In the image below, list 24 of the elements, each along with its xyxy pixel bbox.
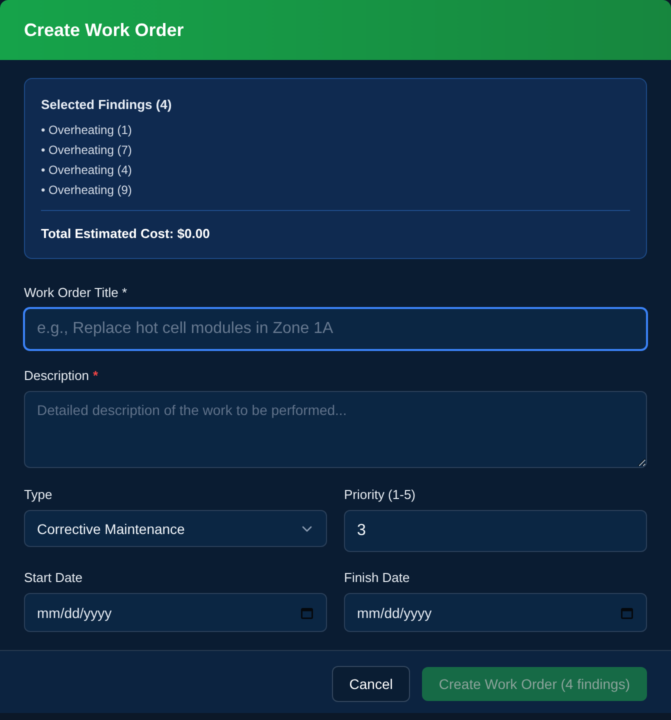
description-textarea[interactable]: Detailed description of the work to be performed... [24, 391, 647, 468]
field-label: Type [24, 486, 52, 504]
required-mark: * [93, 367, 98, 385]
chevron-down-icon [302, 526, 312, 532]
field-label: Finish Date [344, 569, 410, 587]
finding-item: • Overheating (7) [41, 142, 133, 159]
calendar-icon[interactable] [301, 606, 313, 618]
dialog-title: Create Work Order [24, 19, 184, 41]
finding-item: • Overheating (4) [41, 162, 133, 179]
finding-item: • Overheating (1) [41, 122, 133, 139]
field-label: Start Date [24, 569, 83, 587]
calendar-icon[interactable] [621, 606, 633, 618]
type-select[interactable]: Corrective Maintenance [24, 510, 327, 547]
findings-heading: Selected Findings (4) [41, 96, 173, 114]
cancel-button[interactable]: Cancel [332, 666, 410, 702]
field-label: Description [24, 367, 90, 385]
finish-date-input[interactable]: mm/dd/yyyy [344, 593, 647, 632]
total-cost: Total Estimated Cost: $0.00 [41, 225, 211, 243]
priority-input[interactable]: 3 [344, 510, 647, 552]
field-label: Priority (1-5) [344, 486, 416, 504]
finding-item: • Overheating (9) [41, 182, 133, 199]
field-label: Work Order Title * [24, 284, 128, 302]
title-input[interactable]: e.g., Replace hot cell modules in Zone 1A [24, 308, 647, 350]
start-date-input[interactable]: mm/dd/yyyy [24, 593, 327, 632]
